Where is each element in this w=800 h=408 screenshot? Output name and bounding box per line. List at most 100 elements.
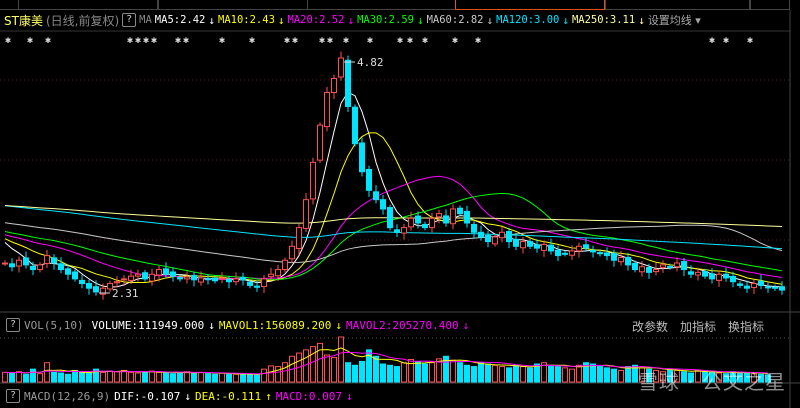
candle-body [401, 227, 407, 234]
stock-name: ST康美 [4, 13, 43, 28]
candle-body [93, 286, 99, 293]
volume-bar [555, 366, 561, 383]
candle-body [373, 191, 379, 201]
candle-body [303, 199, 309, 229]
volume-bar [597, 366, 603, 383]
signal-marker: ✱ [143, 35, 149, 46]
volume-bar [261, 368, 267, 383]
candle-body [443, 215, 449, 224]
candle-body [317, 124, 323, 161]
candle-body [541, 243, 547, 251]
signal-marker: ✱ [709, 35, 715, 46]
candle-body [58, 263, 64, 271]
candle-body [121, 278, 127, 281]
ma-settings-dropdown[interactable]: 设置均线 ▾ [648, 12, 701, 28]
price-header: ST康美 (日线,前复权) ? MA MA5:2.42 ↓ MA10:2.43 ↓ MA… [0, 10, 701, 30]
vol-indicator-name: VOL(5,10) [24, 318, 84, 332]
switch-indicator-button[interactable]: 换指标 [728, 318, 764, 335]
volume-bar [331, 357, 337, 383]
help-button[interactable]: ? [6, 318, 20, 332]
candle-body [562, 252, 568, 255]
volume-bar [471, 366, 477, 383]
add-indicator-button[interactable]: 加指标 [680, 318, 716, 335]
signal-marker: ✱ [343, 35, 349, 46]
candle-body [464, 210, 470, 224]
candle-body [149, 273, 155, 282]
volume-bar [282, 362, 288, 383]
candle-body [380, 199, 386, 210]
volume-bar [142, 371, 148, 383]
ma-value-0: MA5:2.42 [154, 13, 206, 26]
candle-body [30, 265, 36, 271]
candle-body [618, 256, 624, 263]
candle-body [23, 257, 29, 266]
volume-bar [506, 367, 512, 383]
signal-marker: ✱ [135, 35, 141, 46]
volume-bar [184, 371, 190, 383]
watermark: 雪球 · 公文之星 [637, 370, 786, 394]
candle-body [667, 265, 673, 268]
volume-value: VOLUME:111949.000 [91, 318, 205, 332]
volume-bar [478, 362, 484, 383]
candle-body [212, 277, 218, 282]
ma-value-3: MA30:2.59 [357, 13, 414, 26]
candle-body [65, 268, 71, 275]
signal-marker: ✱ [397, 35, 403, 46]
volume-bar [618, 369, 624, 383]
candle-body [450, 208, 456, 225]
volume-bar [170, 373, 176, 383]
candle-body [534, 244, 540, 249]
volume-bar [135, 372, 141, 383]
volume-bar [562, 367, 568, 383]
candle-body [345, 59, 351, 107]
candle-body [765, 286, 771, 289]
candle-body [135, 273, 141, 277]
volume-header: ? VOL(5,10) VOLUME:111949.000 ↓ MAVOL1:1… [0, 315, 469, 335]
candle-body [16, 259, 22, 267]
volume-bar [457, 362, 463, 383]
candle-body [604, 252, 610, 257]
volume-bar [401, 362, 407, 383]
candle-body [387, 206, 393, 229]
volume-bar [317, 342, 323, 383]
candle-body [9, 263, 15, 268]
change-params-button[interactable]: 改参数 [632, 318, 668, 335]
volume-bar [156, 371, 162, 383]
candle-body [184, 276, 190, 280]
volume-bar [275, 366, 281, 383]
candle-body [681, 261, 687, 271]
candle-body [632, 262, 638, 271]
help-button[interactable]: ? [6, 389, 20, 403]
candle-body [520, 241, 526, 249]
candle-body [485, 234, 491, 243]
arrow-down-icon: ↓ [335, 318, 343, 332]
volume-bar [51, 371, 57, 383]
help-button[interactable]: ? [122, 13, 137, 27]
volume-bar [37, 373, 43, 383]
signal-marker: ✱ [452, 35, 458, 46]
candle-body [2, 262, 8, 265]
volume-bar [625, 366, 631, 383]
volume-bar [303, 349, 309, 383]
candle-body [240, 276, 246, 281]
candle-body [555, 249, 561, 257]
candle-body [338, 57, 344, 78]
arrow-down-icon: ↓ [486, 13, 494, 27]
arrow-down-icon: ↓ [208, 318, 215, 332]
volume-bar [338, 336, 344, 383]
arrow-down-icon: ↓ [346, 389, 353, 403]
signal-marker: ✱ [27, 35, 33, 46]
candle-body [191, 275, 197, 281]
candle-body [730, 275, 736, 283]
volume-bar [44, 362, 50, 383]
candle-body [597, 252, 603, 255]
signal-marker: ✱ [747, 35, 753, 46]
candle-body [492, 236, 498, 245]
signal-marker: ✱ [183, 35, 189, 46]
signal-marker: ✱ [292, 35, 298, 46]
volume-bar [30, 368, 36, 383]
candle-body [415, 215, 421, 224]
signal-marker: ✱ [284, 35, 290, 46]
volume-bar [23, 373, 29, 383]
volume-bar [79, 371, 85, 383]
